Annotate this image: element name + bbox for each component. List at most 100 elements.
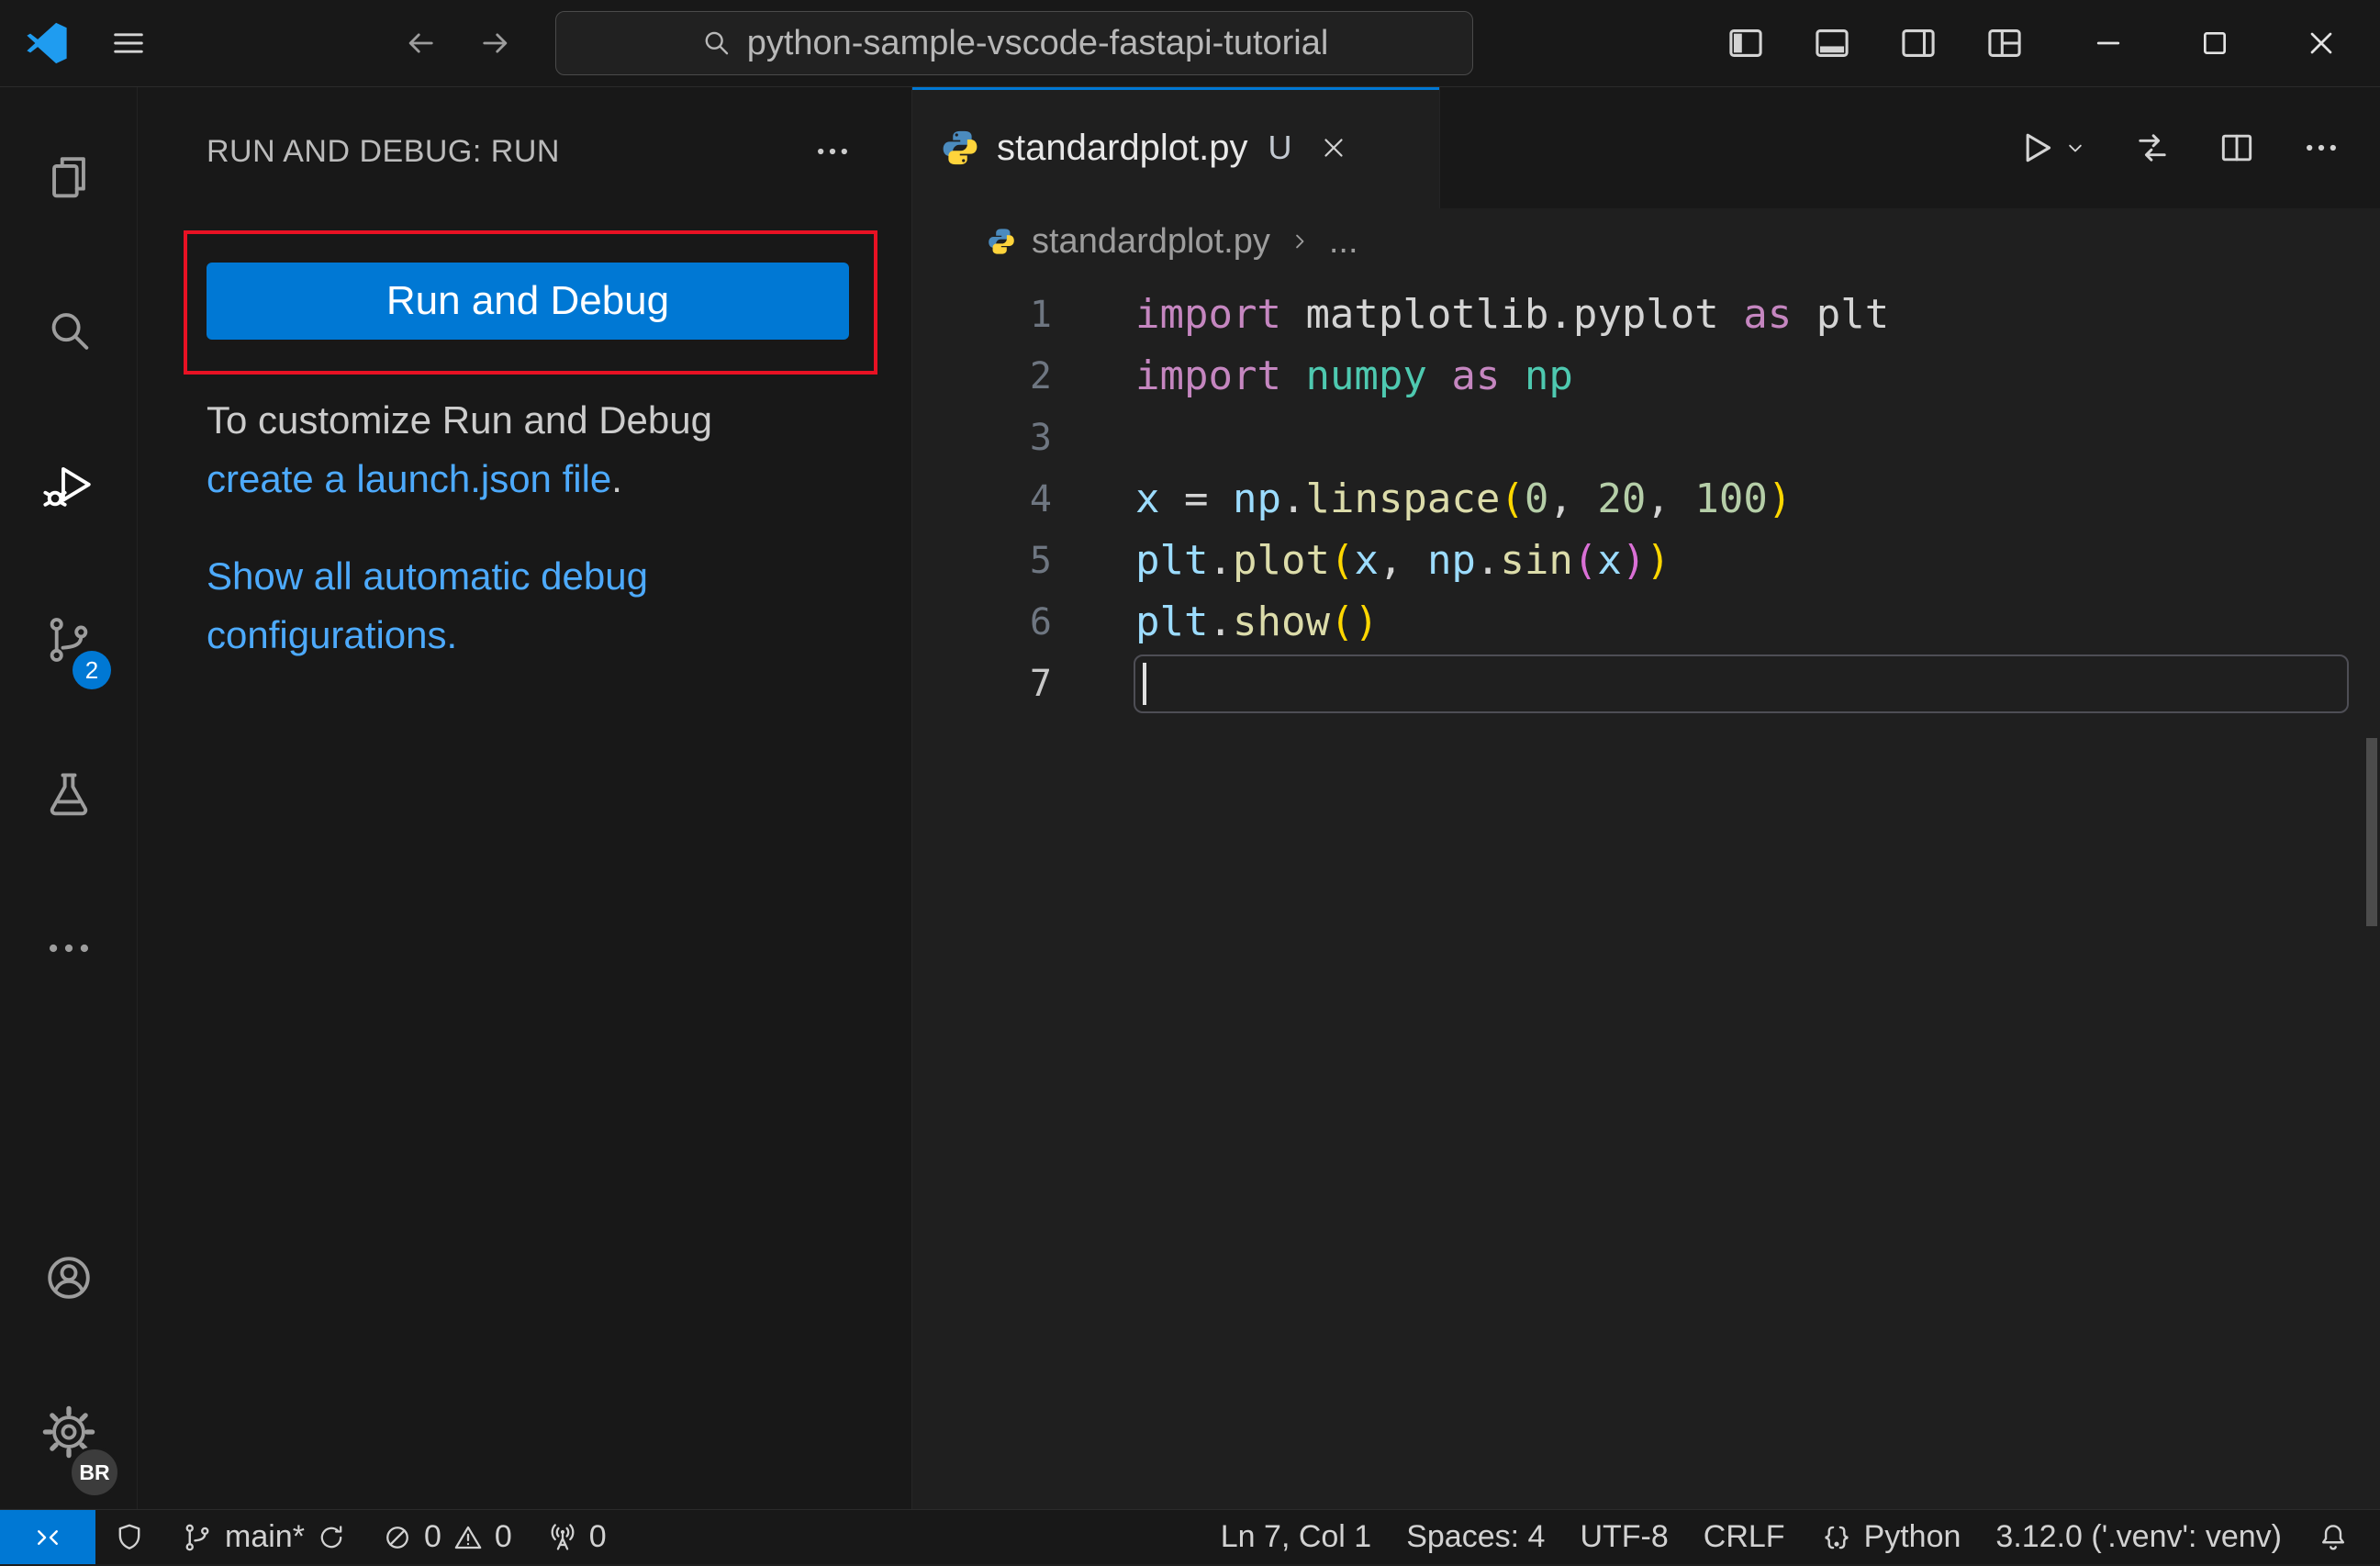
bell-icon: [2322, 1524, 2344, 1549]
split-editor-button[interactable]: [2217, 128, 2257, 168]
status-bar: main* 0 0 0 Ln 7, Col 1 Spaces: 4 UTF-8 …: [0, 1509, 2380, 1564]
warning-icon: [454, 1526, 482, 1549]
line-number: 7: [1029, 662, 1052, 705]
close-window-button[interactable]: [2303, 25, 2340, 62]
encoding-button[interactable]: UTF-8: [1562, 1510, 1685, 1564]
activity-source-control-button[interactable]: 2: [0, 563, 137, 717]
account-icon: [47, 1257, 90, 1299]
encoding: UTF-8: [1580, 1519, 1669, 1554]
remote-indicator-button[interactable]: [0, 1510, 95, 1564]
minimize-button[interactable]: [2090, 25, 2127, 62]
hamburger-icon: [114, 33, 143, 53]
activity-settings-button[interactable]: BR: [0, 1355, 137, 1509]
maximize-icon: [2203, 31, 2227, 55]
python-interpreter-button[interactable]: 3.12.0 ('.venv': venv): [1978, 1510, 2299, 1564]
activity-search-button[interactable]: [0, 254, 137, 408]
tab-close-button[interactable]: [1318, 132, 1349, 163]
code-editor[interactable]: 1 import matplotlib.pyplot as plt 2 import …: [912, 274, 2380, 1509]
activity-more-button[interactable]: [0, 871, 137, 1025]
editor-more-actions-button[interactable]: [2301, 128, 2341, 168]
ellipsis-icon: [2307, 144, 2336, 151]
command-center-search[interactable]: python-sample-vscode-fastapi-tutorial: [554, 11, 1473, 75]
activity-explorer-button[interactable]: [0, 100, 137, 254]
minimize-icon: [2096, 41, 2120, 45]
show-debug-configurations-link[interactable]: Show all automatic debug configurations.: [207, 554, 648, 656]
split-editor-icon: [2221, 134, 2252, 162]
menu-button[interactable]: [108, 23, 149, 63]
search-icon: [51, 313, 88, 350]
code-line[interactable]: 7: [912, 653, 2380, 714]
layout-sidebar-left-icon: [1729, 29, 1762, 57]
python-file-icon: [989, 229, 1014, 254]
title-bar: python-sample-vscode-fastapi-tutorial: [0, 0, 2380, 87]
source-control-badge: 2: [73, 651, 111, 689]
main-area: 2 BR RUN AND DEBUG: RUN Run and Debug To…: [0, 87, 2380, 1509]
activity-bar-spacer: [0, 1025, 137, 1201]
profile-badge: BR: [69, 1447, 120, 1498]
notifications-button[interactable]: [2299, 1510, 2367, 1564]
run-python-file-button[interactable]: [2015, 127, 2088, 169]
editor-scrollbar[interactable]: [2366, 738, 2377, 926]
arrow-right-icon: [482, 33, 507, 53]
activity-accounts-button[interactable]: [0, 1201, 137, 1355]
toggle-secondary-sidebar-button[interactable]: [1897, 22, 1939, 64]
line-number: 4: [1029, 477, 1052, 520]
breadcrumb-file[interactable]: standardplot.py: [1032, 222, 1270, 262]
line-number: 5: [1029, 539, 1052, 582]
toggle-primary-sidebar-button[interactable]: [1725, 22, 1767, 64]
code-line[interactable]: 2 import numpy as np: [912, 345, 2380, 407]
tab-standardplot[interactable]: standardplot.py U: [912, 87, 1440, 208]
errors-count: 0: [423, 1519, 441, 1554]
ports-button[interactable]: 0: [530, 1510, 624, 1564]
run-and-debug-sidebar: RUN AND DEBUG: RUN Run and Debug To cust…: [138, 87, 912, 1509]
back-button[interactable]: [401, 24, 440, 62]
activity-run-debug-button[interactable]: [0, 408, 137, 563]
activity-bar: 2 BR: [0, 87, 138, 1509]
customize-layout-button[interactable]: [1983, 22, 2026, 64]
code-line-text: [1134, 654, 2349, 713]
workspace-trust-button[interactable]: [95, 1510, 163, 1564]
code-lines: 1 import matplotlib.pyplot as plt 2 import …: [912, 284, 2380, 714]
warnings-count: 0: [494, 1519, 512, 1554]
code-line-text: import matplotlib.pyplot as plt: [1135, 291, 1890, 338]
indentation: Spaces: 4: [1406, 1519, 1546, 1554]
language-mode-button[interactable]: Python: [1803, 1510, 1979, 1564]
indentation-button[interactable]: Spaces: 4: [1389, 1510, 1562, 1564]
branch-name: main*: [225, 1519, 305, 1554]
ellipsis-icon: [49, 944, 88, 953]
code-line[interactable]: 1 import matplotlib.pyplot as plt: [912, 284, 2380, 345]
cursor-position-button[interactable]: Ln 7, Col 1: [1203, 1510, 1389, 1564]
code-line-text: plt. plot(x, np. sin(x)): [1135, 537, 1670, 584]
files-icon: [51, 157, 85, 198]
beaker-icon: [50, 773, 87, 816]
chevron-right-icon: [1295, 234, 1304, 249]
customize-hint-text: To customize Run and Debug: [207, 398, 712, 442]
code-line[interactable]: 3: [912, 407, 2380, 468]
search-value: python-sample-vscode-fastapi-tutorial: [746, 23, 1329, 62]
toggle-panel-button[interactable]: [1811, 22, 1853, 64]
layout-customize-icon: [1988, 29, 2021, 57]
code-line[interactable]: 6 plt. show(): [912, 591, 2380, 653]
code-line[interactable]: 4 x = np. linspace(0, 20, 100): [912, 468, 2380, 530]
run-debug-icon: [42, 466, 91, 507]
eol: CRLF: [1703, 1519, 1785, 1554]
open-changes-button[interactable]: [2132, 128, 2173, 168]
problems-button[interactable]: 0 0: [364, 1510, 530, 1564]
customize-hint-period: .: [611, 457, 622, 500]
ellipsis-icon: [818, 148, 847, 155]
create-launch-json-link[interactable]: create a launch.json file: [207, 457, 611, 500]
run-and-debug-button[interactable]: Run and Debug: [207, 263, 849, 340]
breadcrumb-overflow[interactable]: ...: [1329, 222, 1358, 262]
layout-panel-icon: [1816, 29, 1849, 57]
forward-button[interactable]: [476, 24, 515, 62]
python-file-icon: [943, 130, 978, 165]
git-branch-button[interactable]: main*: [163, 1510, 364, 1564]
tab-bar: standardplot.py U: [912, 87, 2380, 208]
view-more-actions-button[interactable]: [812, 131, 853, 172]
code-line-text: import numpy as np: [1135, 352, 1573, 399]
ports-count: 0: [588, 1519, 607, 1554]
code-line[interactable]: 5 plt. plot(x, np. sin(x)): [912, 530, 2380, 591]
maximize-button[interactable]: [2196, 25, 2233, 62]
activity-testing-button[interactable]: [0, 717, 137, 871]
eol-button[interactable]: CRLF: [1686, 1510, 1803, 1564]
